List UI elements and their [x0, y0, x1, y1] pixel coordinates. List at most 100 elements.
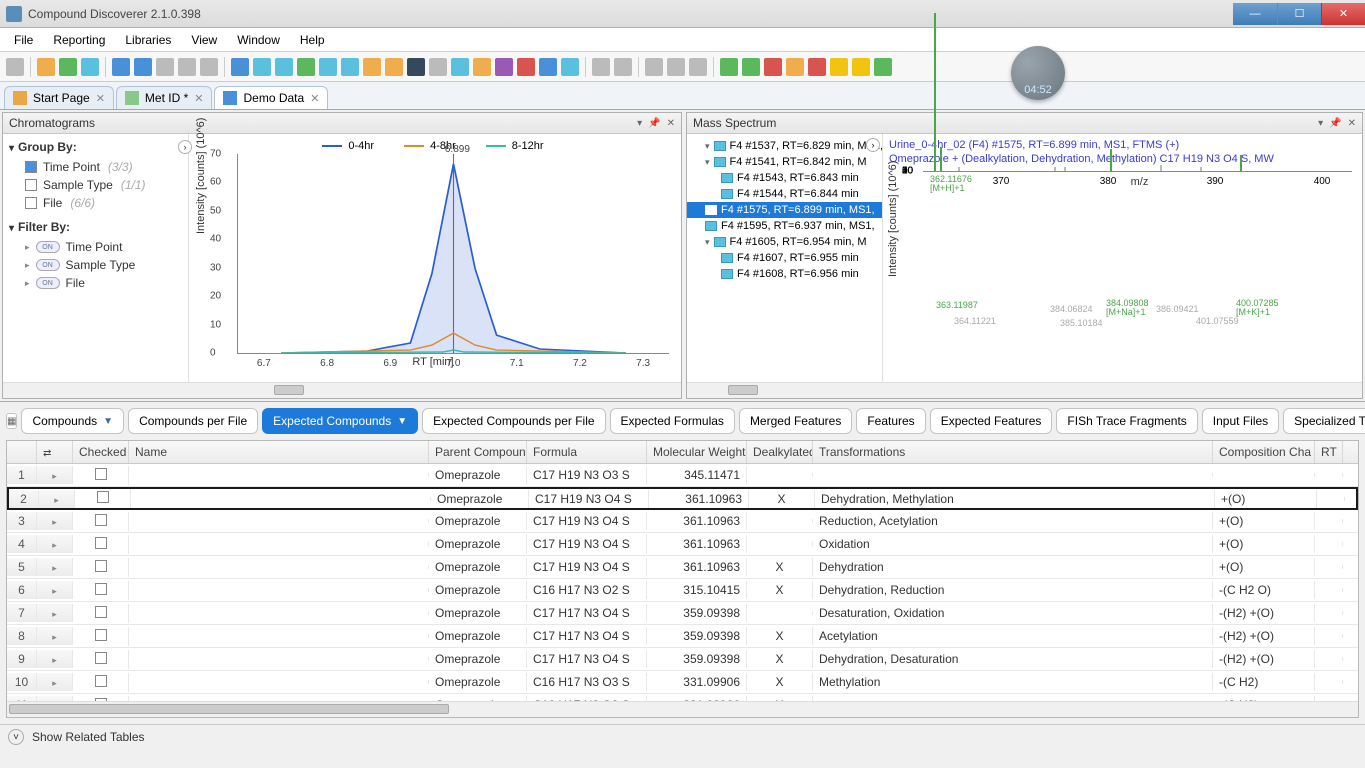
filterby-item[interactable]: ▸ONSample Type: [9, 256, 182, 274]
expand-icon[interactable]: ▸: [25, 242, 30, 253]
menu-libraries[interactable]: Libraries: [115, 30, 181, 50]
toolbar-button[interactable]: [6, 58, 24, 76]
scan-item[interactable]: F4 #1595, RT=6.937 min, MS1,: [687, 218, 882, 234]
toolbar-button[interactable]: [385, 58, 403, 76]
table-row[interactable]: 11▸OmeprazoleC16 H17 N3 O3 S331.09906X-(…: [7, 694, 1358, 701]
panel-close-icon[interactable]: ✕: [1348, 118, 1356, 129]
menu-reporting[interactable]: Reporting: [43, 30, 115, 50]
toolbar-button[interactable]: [407, 58, 425, 76]
expand-icon[interactable]: ▸: [25, 260, 30, 271]
tab-close-icon[interactable]: ✕: [194, 92, 203, 105]
scan-item[interactable]: ▾F4 #1537, RT=6.829 min, MS1,: [687, 138, 882, 154]
menu-window[interactable]: Window: [227, 30, 290, 50]
window-minimize-button[interactable]: —: [1233, 3, 1277, 25]
toolbar-button[interactable]: [59, 58, 77, 76]
toolbar-button[interactable]: [200, 58, 218, 76]
column-header[interactable]: Dealkylated: [747, 441, 813, 463]
expand-row-icon[interactable]: ▸: [37, 466, 73, 484]
table-row[interactable]: 4▸OmeprazoleC17 H19 N3 O4 S361.10963Oxid…: [7, 533, 1358, 556]
toolbar-button[interactable]: [297, 58, 315, 76]
column-header[interactable]: Formula: [527, 441, 647, 463]
result-tab[interactable]: Expected Formulas: [610, 408, 735, 434]
result-tab[interactable]: Expected Compounds per File: [422, 408, 605, 434]
expand-row-icon[interactable]: ▸: [37, 558, 73, 576]
groupby-item[interactable]: File(6/6): [9, 194, 182, 212]
checked-cell[interactable]: [73, 512, 129, 531]
column-header[interactable]: Composition Cha: [1213, 441, 1315, 463]
scan-item[interactable]: ▾F4 #1605, RT=6.954 min, M: [687, 234, 882, 250]
scan-item[interactable]: F4 #1607, RT=6.955 min: [687, 250, 882, 266]
column-header[interactable]: ⇄: [37, 441, 73, 463]
checkbox[interactable]: [25, 197, 37, 209]
tab-close-icon[interactable]: ✕: [96, 92, 105, 105]
toolbar-button[interactable]: [874, 58, 892, 76]
expand-row-icon[interactable]: ▸: [39, 490, 75, 508]
checked-cell[interactable]: [73, 673, 129, 692]
result-tab[interactable]: Expected Features: [930, 408, 1053, 434]
panel-pin-icon[interactable]: 📌: [648, 118, 660, 129]
toolbar-button[interactable]: [742, 58, 760, 76]
toolbar-button[interactable]: [253, 58, 271, 76]
toolbar-button[interactable]: [231, 58, 249, 76]
result-tab[interactable]: Expected Compounds▼: [262, 408, 418, 434]
column-header[interactable]: RT: [1315, 441, 1343, 463]
checked-cell[interactable]: [75, 489, 131, 508]
column-header[interactable]: Transformations: [813, 441, 1213, 463]
column-header[interactable]: Molecular Weight: [647, 441, 747, 463]
filter-toggle[interactable]: ON: [36, 259, 60, 271]
toolbar-button[interactable]: [614, 58, 632, 76]
document-tab[interactable]: Start Page✕: [4, 86, 114, 109]
toolbar-button[interactable]: [830, 58, 848, 76]
groupby-item[interactable]: Sample Type(1/1): [9, 176, 182, 194]
table-row[interactable]: 7▸OmeprazoleC17 H17 N3 O4 S359.09398Desa…: [7, 602, 1358, 625]
expand-related-icon[interactable]: ˅: [8, 729, 24, 745]
expand-icon[interactable]: ▾: [705, 157, 710, 168]
document-tab[interactable]: Met ID *✕: [116, 86, 213, 109]
menu-view[interactable]: View: [181, 30, 227, 50]
toolbar-button[interactable]: [81, 58, 99, 76]
menu-help[interactable]: Help: [290, 30, 335, 50]
menu-file[interactable]: File: [4, 30, 43, 50]
expand-icon[interactable]: ▸: [25, 278, 30, 289]
filterby-item[interactable]: ▸ONFile: [9, 274, 182, 292]
table-row[interactable]: 10▸OmeprazoleC16 H17 N3 O3 S331.09906XMe…: [7, 671, 1358, 694]
table-row[interactable]: 9▸OmeprazoleC17 H17 N3 O4 S359.09398XDeh…: [7, 648, 1358, 671]
expand-row-icon[interactable]: ▸: [37, 535, 73, 553]
toolbar-button[interactable]: [786, 58, 804, 76]
toolbar-button[interactable]: [473, 58, 491, 76]
toolbar-button[interactable]: [156, 58, 174, 76]
panel-dropdown-icon[interactable]: ▾: [1318, 118, 1323, 129]
result-tab[interactable]: Features: [856, 408, 925, 434]
toolbar-button[interactable]: [561, 58, 579, 76]
scan-item[interactable]: ▾F4 #1541, RT=6.842 min, M: [687, 154, 882, 170]
ms-hscroll[interactable]: [687, 382, 1362, 398]
collapse-scanlist-icon[interactable]: ›: [866, 138, 880, 152]
checked-cell[interactable]: [73, 466, 129, 485]
result-tab[interactable]: Specialized Traces: [1283, 408, 1365, 434]
checked-cell[interactable]: [73, 604, 129, 623]
panel-dropdown-icon[interactable]: ▾: [637, 118, 642, 129]
toolbar-button[interactable]: [178, 58, 196, 76]
toolbar-button[interactable]: [592, 58, 610, 76]
toolbar-button[interactable]: [852, 58, 870, 76]
window-maximize-button[interactable]: ☐: [1277, 3, 1321, 25]
expand-row-icon[interactable]: ▸: [37, 581, 73, 599]
grid-hscroll[interactable]: [7, 701, 1358, 717]
result-tab[interactable]: Merged Features: [739, 408, 852, 434]
result-tab[interactable]: Input Files: [1202, 408, 1279, 434]
checked-cell[interactable]: [73, 535, 129, 554]
toolbar-button[interactable]: [667, 58, 685, 76]
toolbar-button[interactable]: [363, 58, 381, 76]
table-row[interactable]: 3▸OmeprazoleC17 H19 N3 O4 S361.10963Redu…: [7, 510, 1358, 533]
toolbar-button[interactable]: [539, 58, 557, 76]
chrom-hscroll[interactable]: [3, 382, 681, 398]
filter-by-header[interactable]: Filter By:: [9, 220, 182, 234]
expand-row-icon[interactable]: ▸: [37, 673, 73, 691]
groupby-item[interactable]: Time Point(3/3): [9, 158, 182, 176]
scan-item[interactable]: F4 #1544, RT=6.844 min: [687, 186, 882, 202]
scan-item[interactable]: F4 #1575, RT=6.899 min, MS1,: [687, 202, 882, 218]
checked-cell[interactable]: [73, 558, 129, 577]
toolbar-button[interactable]: [720, 58, 738, 76]
column-header[interactable]: Parent Compound: [429, 441, 527, 463]
toolbar-button[interactable]: [319, 58, 337, 76]
